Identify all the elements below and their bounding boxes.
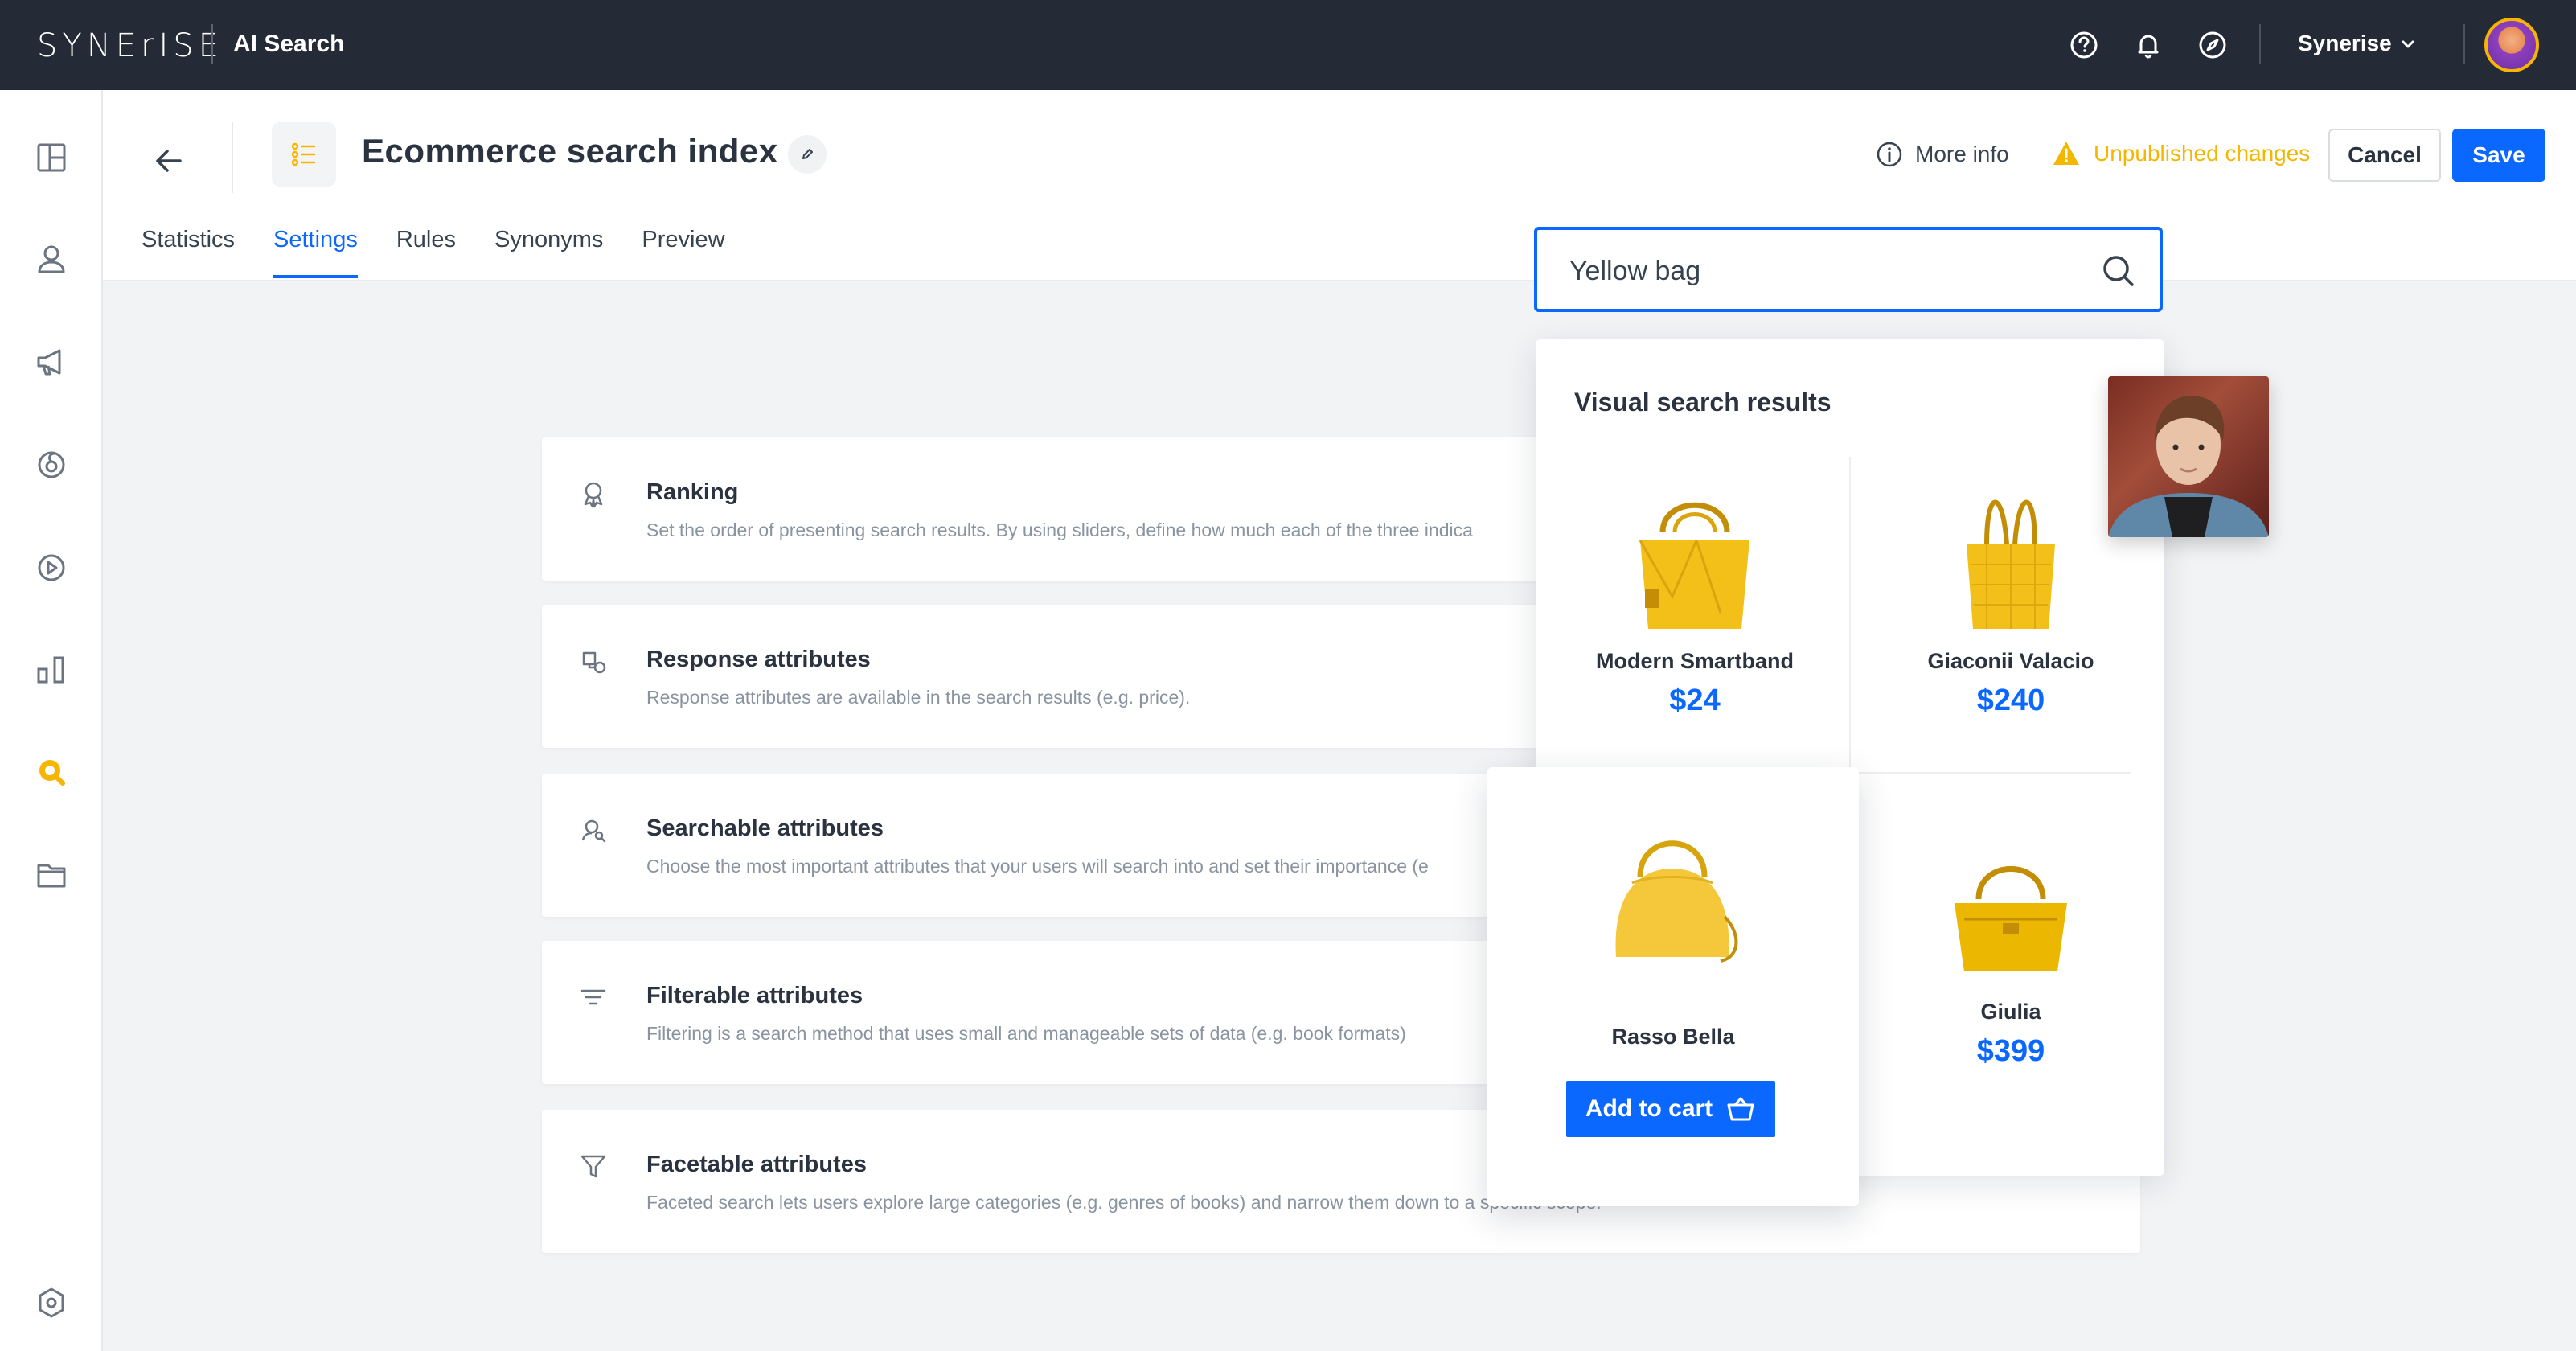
user-photo-thumbnail: [2108, 376, 2269, 537]
yellow-dome-bag-image: [1615, 840, 1738, 963]
setting-title: Response attributes: [646, 647, 871, 672]
top-bar: SYNErISE AI Search Synerise: [0, 0, 2576, 90]
list-icon: [291, 142, 316, 166]
filter-lines-icon: [580, 989, 606, 1005]
tab-synonyms[interactable]: Synonyms: [494, 227, 603, 278]
product-card[interactable]: Modern Smartband $24: [1574, 468, 1815, 718]
tab-bar: Statistics Settings Rules Synonyms Previ…: [142, 227, 764, 278]
topbar-divider: [2463, 24, 2465, 64]
info-icon: [1877, 142, 1902, 167]
setting-description: Filtering is a search method that uses s…: [646, 1023, 1406, 1044]
response-icon: [582, 651, 606, 674]
person-portrait-image: [2108, 396, 2269, 537]
setting-title: Ranking: [646, 479, 739, 505]
add-to-cart-label: Add to cart: [1585, 1095, 1713, 1122]
unpublished-changes-status: Unpublished changes: [2052, 140, 2310, 167]
product-name: Modern Smartband: [1595, 649, 1795, 673]
megaphone-icon[interactable]: [32, 343, 71, 381]
product-name: Giaconii Valacio: [1927, 649, 2094, 673]
ai-search-icon[interactable]: [32, 753, 71, 791]
product-card[interactable]: Giaconii Valacio $240: [1886, 468, 2135, 718]
yellow-croc-tote-image: [1967, 499, 2055, 629]
unpublished-label: Unpublished changes: [2094, 141, 2311, 166]
play-icon[interactable]: [32, 548, 71, 587]
app-name: AI Search: [233, 31, 345, 57]
search-input[interactable]: [1569, 251, 2084, 291]
tab-settings[interactable]: Settings: [273, 227, 358, 278]
product-price: $399: [1976, 1034, 2045, 1068]
yellow-handbag-image: [1955, 866, 2067, 971]
profile-icon[interactable]: [32, 240, 71, 278]
product-name: Giulia: [1980, 1000, 2041, 1024]
tab-statistics[interactable]: Statistics: [142, 227, 235, 278]
page-title: Ecommerce search index: [362, 132, 778, 170]
warning-icon: [2053, 142, 2079, 165]
chevron-down-icon[interactable]: [2396, 32, 2420, 56]
results-title: Visual search results: [1574, 388, 1832, 417]
award-icon: [584, 482, 603, 508]
topbar-divider: [2259, 24, 2261, 64]
product-price: $24: [1669, 684, 1721, 717]
save-button[interactable]: Save: [2452, 129, 2545, 182]
compass-icon[interactable]: [2197, 29, 2229, 61]
product-price: $240: [1976, 684, 2045, 717]
tab-rules[interactable]: Rules: [396, 227, 456, 278]
left-sidebar: [0, 90, 103, 1351]
settings-icon[interactable]: [32, 1283, 71, 1322]
automation-icon[interactable]: [32, 446, 71, 484]
header-divider: [232, 122, 233, 193]
organization-name[interactable]: Synerise: [2298, 31, 2392, 56]
setting-description: Faceted search lets users explore large …: [646, 1192, 1602, 1213]
search-icon[interactable]: [2098, 251, 2139, 291]
pencil-icon: [802, 149, 813, 159]
bell-icon[interactable]: [2132, 29, 2164, 61]
page-header: Ecommerce search index More info Unpubli…: [103, 90, 2576, 281]
back-arrow-icon[interactable]: [145, 137, 193, 185]
more-info-link[interactable]: More info: [1875, 140, 2009, 169]
folder-icon[interactable]: [32, 856, 71, 894]
setting-description: Set the order of presenting search resul…: [646, 519, 1473, 540]
synerise-logo[interactable]: SYNErISE: [37, 27, 224, 64]
more-info-label: More info: [1915, 142, 2009, 166]
setting-description: Response attributes are available in the…: [646, 687, 1191, 708]
edit-title-button[interactable]: [788, 135, 827, 174]
setting-title: Facetable attributes: [646, 1152, 867, 1177]
product-name: Rasso Bella: [1611, 1025, 1735, 1049]
index-type-badge: [272, 122, 336, 187]
tab-preview[interactable]: Preview: [642, 227, 724, 278]
dashboard-icon[interactable]: [32, 138, 71, 177]
user-avatar[interactable]: [2484, 18, 2539, 72]
search-box: [1534, 227, 2163, 312]
setting-title: Filterable attributes: [646, 983, 863, 1008]
setting-description: Choose the most important attributes tha…: [646, 856, 1429, 877]
logo-divider: [211, 24, 213, 64]
user-search-icon: [581, 819, 606, 843]
analytics-icon[interactable]: [32, 650, 71, 688]
help-icon[interactable]: [2068, 29, 2100, 61]
cancel-button[interactable]: Cancel: [2328, 129, 2441, 182]
grid-divider: [1849, 457, 1851, 775]
product-card[interactable]: Giulia $399: [1886, 819, 2135, 1069]
setting-title: Searchable attributes: [646, 815, 884, 841]
basket-icon: [1727, 1097, 1754, 1121]
add-to-cart-button[interactable]: Add to cart: [1566, 1081, 1775, 1137]
grid-divider: [1849, 772, 2131, 774]
funnel-icon: [580, 1155, 606, 1178]
yellow-tote-bag-image: [1639, 502, 1749, 629]
product-card-hovered[interactable]: Rasso Bella Add to cart: [1487, 767, 1859, 1206]
